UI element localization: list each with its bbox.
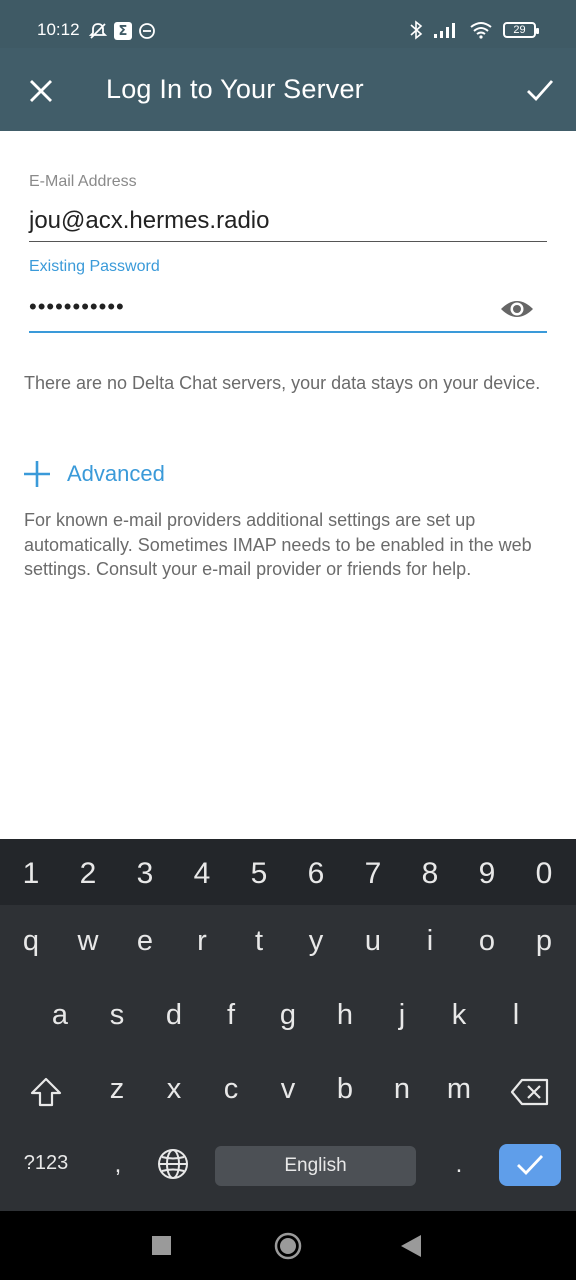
enter-key[interactable] xyxy=(499,1144,561,1186)
key-7[interactable]: 7 xyxy=(353,857,393,891)
password-field[interactable]: ••••••••••• xyxy=(29,288,547,333)
signal-icon xyxy=(434,23,455,38)
recents-square-icon[interactable] xyxy=(152,1236,171,1255)
app-bar: Log In to Your Server xyxy=(0,48,576,131)
status-bar: 10:12 Σ 29 xyxy=(0,0,576,48)
key-e[interactable]: e xyxy=(125,925,165,958)
navigation-bar xyxy=(0,1211,576,1280)
advanced-label: Advanced xyxy=(67,461,165,486)
status-left-icons: Σ xyxy=(88,21,156,41)
key-z[interactable]: z xyxy=(97,1073,137,1106)
key-f[interactable]: f xyxy=(211,999,251,1032)
screen: 10:12 Σ 29 Log In to Your Server E-Mail … xyxy=(0,0,576,1280)
key-4[interactable]: 4 xyxy=(182,857,222,891)
check-icon xyxy=(517,1155,544,1176)
key-i[interactable]: i xyxy=(410,925,450,958)
period-key[interactable]: . xyxy=(449,1151,469,1179)
key-2[interactable]: 2 xyxy=(68,857,108,891)
page-title: Log In to Your Server xyxy=(106,74,364,104)
key-o[interactable]: o xyxy=(467,925,507,958)
space-bar[interactable]: English xyxy=(215,1146,416,1186)
key-k[interactable]: k xyxy=(439,999,479,1032)
keyboard: 1 2 3 4 5 6 7 8 9 0 q w e r t y u i o p … xyxy=(0,839,576,1211)
advanced-toggle[interactable]: Advanced xyxy=(22,456,165,492)
key-r[interactable]: r xyxy=(182,925,222,958)
email-label: E-Mail Address xyxy=(29,173,137,190)
key-8[interactable]: 8 xyxy=(410,857,450,891)
key-n[interactable]: n xyxy=(382,1073,422,1106)
privacy-info-text: There are no Delta Chat servers, your da… xyxy=(24,373,541,393)
status-right-icons: 29 xyxy=(409,20,539,40)
key-p[interactable]: p xyxy=(524,925,564,958)
battery-icon: 29 xyxy=(503,22,539,38)
sigma-icon: Σ xyxy=(114,22,132,40)
key-x[interactable]: x xyxy=(154,1073,194,1106)
key-6[interactable]: 6 xyxy=(296,857,336,891)
keyboard-number-row: 1 2 3 4 5 6 7 8 9 0 xyxy=(0,839,576,905)
key-9[interactable]: 9 xyxy=(467,857,507,891)
key-h[interactable]: h xyxy=(325,999,365,1032)
backspace-icon[interactable] xyxy=(510,1078,550,1106)
status-time: 10:12 xyxy=(37,20,80,39)
wifi-icon xyxy=(470,22,492,39)
eye-icon[interactable] xyxy=(499,295,535,323)
key-g[interactable]: g xyxy=(268,999,308,1032)
key-t[interactable]: t xyxy=(239,925,279,958)
key-w[interactable]: w xyxy=(68,925,108,958)
close-icon[interactable] xyxy=(26,76,56,106)
key-j[interactable]: j xyxy=(382,999,422,1032)
mute-icon xyxy=(88,23,108,39)
battery-level: 29 xyxy=(513,24,526,36)
key-q[interactable]: q xyxy=(11,925,51,958)
key-l[interactable]: l xyxy=(496,999,536,1032)
key-m[interactable]: m xyxy=(439,1073,479,1106)
help-text: For known e-mail providers additional se… xyxy=(24,510,532,579)
key-a[interactable]: a xyxy=(40,999,80,1032)
home-circle-icon[interactable] xyxy=(274,1232,302,1260)
key-b[interactable]: b xyxy=(325,1073,365,1106)
password-label: Existing Password xyxy=(29,258,160,275)
key-d[interactable]: d xyxy=(154,999,194,1032)
email-field[interactable]: jou@acx.hermes.radio xyxy=(29,200,547,242)
key-5[interactable]: 5 xyxy=(239,857,279,891)
key-s[interactable]: s xyxy=(97,999,137,1032)
key-1[interactable]: 1 xyxy=(11,857,51,891)
shift-icon[interactable] xyxy=(29,1076,63,1108)
key-c[interactable]: c xyxy=(211,1073,251,1106)
plus-icon xyxy=(24,461,50,487)
globe-icon[interactable] xyxy=(157,1148,189,1180)
circle-dot-icon xyxy=(139,23,155,39)
key-v[interactable]: v xyxy=(268,1073,308,1106)
key-3[interactable]: 3 xyxy=(125,857,165,891)
comma-key[interactable]: , xyxy=(108,1151,128,1179)
key-u[interactable]: u xyxy=(353,925,393,958)
back-triangle-icon[interactable] xyxy=(401,1235,421,1257)
bluetooth-icon xyxy=(410,20,423,40)
key-y[interactable]: y xyxy=(296,925,336,958)
key-0[interactable]: 0 xyxy=(524,857,564,891)
check-icon[interactable] xyxy=(524,74,556,106)
symbols-key[interactable]: ?123 xyxy=(14,1152,78,1175)
space-bar-label: English xyxy=(284,1155,347,1176)
